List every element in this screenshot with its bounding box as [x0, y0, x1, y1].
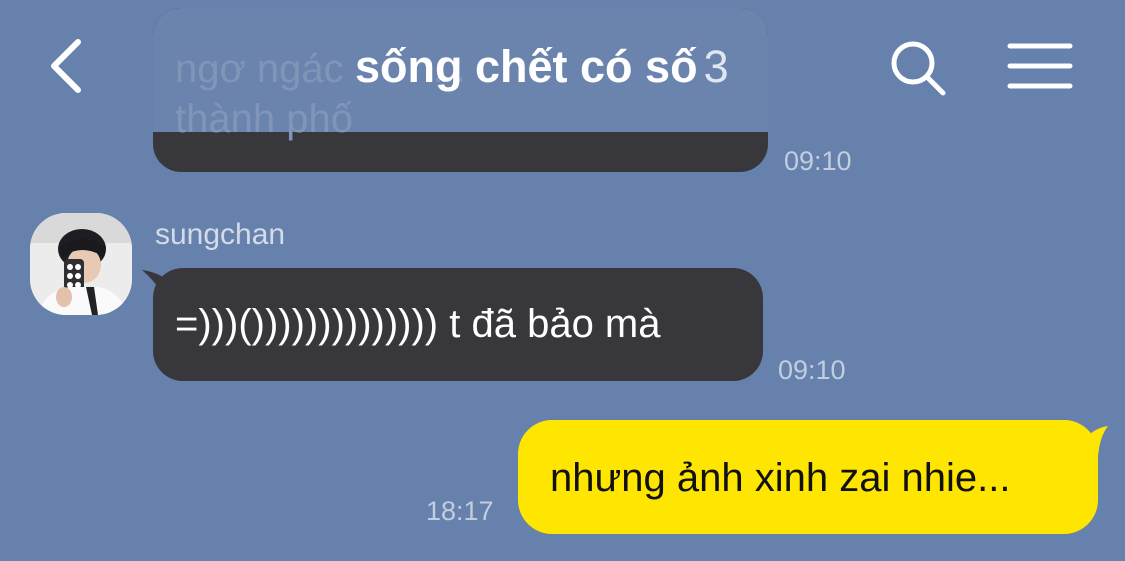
- profile-photo: [30, 213, 132, 315]
- menu-button[interactable]: [1004, 38, 1076, 94]
- search-button[interactable]: [886, 36, 950, 100]
- outgoing-message-time: 18:17: [426, 496, 494, 526]
- incoming-message-bubble[interactable]: =)))()))))))))))))) t đã bảo mà: [153, 268, 763, 381]
- search-icon: [891, 41, 946, 96]
- chat-title-text: sống chết có số: [355, 41, 698, 92]
- incoming-message-text: =)))()))))))))))))) t đã bảo mà: [175, 302, 661, 346]
- chat-title[interactable]: sống chết có số 3: [355, 41, 729, 93]
- chat-header: sống chết có số 3: [0, 0, 1125, 135]
- chevron-left-icon: [51, 39, 81, 93]
- back-button[interactable]: [38, 34, 98, 98]
- previous-message-time: 09:10: [784, 146, 852, 176]
- outgoing-message-bubble[interactable]: nhưng ảnh xinh zai nhie...: [518, 420, 1098, 534]
- sender-name: sungchan: [155, 218, 286, 251]
- chat-screen: ngơ ngác ... thành phố 09:10 sống chết c…: [0, 0, 1125, 561]
- incoming-message-time: 09:10: [778, 355, 846, 385]
- outgoing-message-text: nhưng ảnh xinh zai nhie...: [550, 456, 1011, 500]
- hamburger-menu-icon: [1007, 43, 1073, 89]
- avatar[interactable]: [30, 213, 132, 315]
- member-count: 3: [703, 41, 729, 92]
